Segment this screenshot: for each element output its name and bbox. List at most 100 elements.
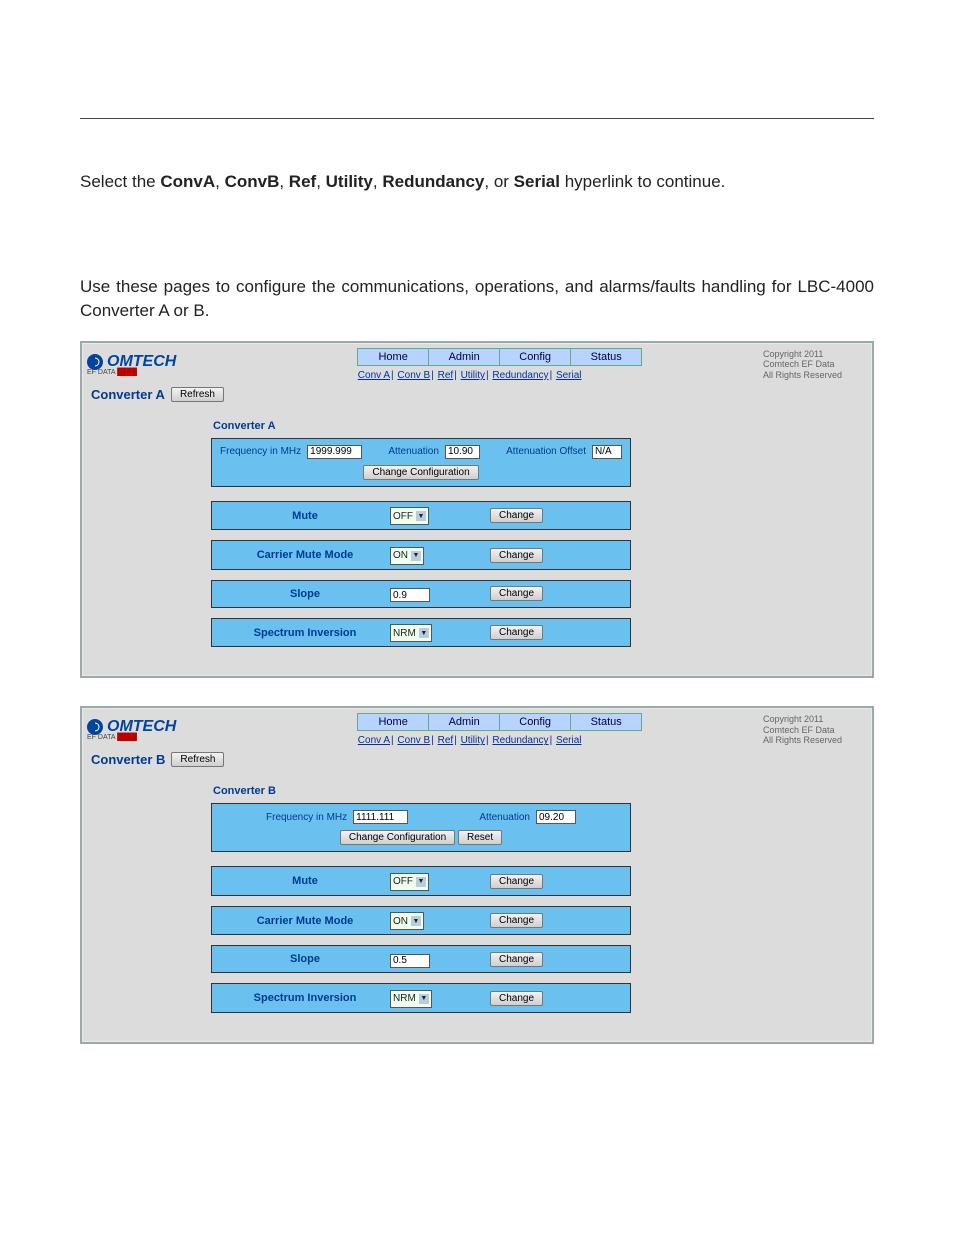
carrier-mute-select[interactable]: ON ▼ — [390, 912, 424, 930]
mute-select[interactable]: OFF ▼ — [390, 873, 429, 891]
label-frequency: Frequency in MHz — [266, 812, 347, 823]
text: Copyright 2011 — [763, 349, 863, 359]
sep: | — [550, 370, 553, 381]
sep: , — [316, 172, 325, 191]
text: All Rights Reserved — [763, 370, 863, 380]
tab-admin[interactable]: Admin — [428, 348, 499, 366]
label-mute: Mute — [220, 510, 390, 522]
label-attenuation: Attenuation — [388, 446, 439, 457]
change-configuration-button[interactable]: Change Configuration — [340, 830, 455, 845]
tab-status[interactable]: Status — [570, 348, 642, 366]
subnav-conva[interactable]: Conv A — [358, 370, 390, 381]
tab-status[interactable]: Status — [570, 713, 642, 731]
subnav-conva[interactable]: Conv A — [358, 735, 390, 746]
text: EF DATA — [87, 369, 117, 376]
reset-button[interactable]: Reset — [458, 830, 502, 845]
change-button[interactable]: Change — [490, 508, 543, 523]
label-slope: Slope — [220, 953, 390, 965]
label-spectrum-inversion: Spectrum Inversion — [220, 992, 390, 1004]
copyright-text: Copyright 2011 Comtech EF Data All Right… — [763, 349, 867, 380]
subnav-redundancy[interactable]: Redundancy — [492, 735, 548, 746]
attenuation-input[interactable] — [536, 810, 576, 824]
sep: , — [215, 172, 224, 191]
label-attenuation-offset: Attenuation Offset — [506, 447, 586, 457]
slope-panel: Slope Change — [211, 945, 631, 973]
slope-input[interactable] — [390, 588, 430, 602]
tab-config[interactable]: Config — [499, 348, 570, 366]
text: Copyright 2011 — [763, 714, 863, 724]
chevron-down-icon: ▼ — [416, 877, 426, 887]
text: Select the — [80, 172, 160, 191]
change-button[interactable]: Change — [490, 991, 543, 1006]
logo-accent: ████ — [117, 734, 137, 741]
change-button[interactable]: Change — [490, 952, 543, 967]
select-value: OFF — [393, 876, 413, 887]
section-title: Converter A — [91, 387, 165, 402]
select-value: ON — [393, 550, 408, 561]
link-convB: ConvB — [225, 172, 280, 191]
select-value: OFF — [393, 511, 413, 522]
link-ref: Ref — [289, 172, 316, 191]
subnav-convb[interactable]: Conv B — [397, 370, 430, 381]
carrier-mute-select[interactable]: ON ▼ — [390, 547, 424, 565]
spectrum-inversion-panel: Spectrum Inversion NRM ▼ Change — [211, 618, 631, 648]
subnav-ref[interactable]: Ref — [438, 370, 454, 381]
change-button[interactable]: Change — [490, 874, 543, 889]
doc-description-paragraph: Use these pages to configure the communi… — [80, 275, 874, 324]
text: hyperlink to continue. — [565, 172, 726, 191]
subnav-serial[interactable]: Serial — [556, 370, 582, 381]
label-slope: Slope — [220, 588, 390, 600]
tab-config[interactable]: Config — [499, 713, 570, 731]
change-button[interactable]: Change — [490, 586, 543, 601]
sep: | — [454, 370, 457, 381]
sep: | — [391, 735, 394, 746]
attenuation-offset-input[interactable] — [592, 445, 622, 459]
config-panel: Frequency in MHz Attenuation Change Conf… — [211, 803, 631, 852]
label-carrier-mute: Carrier Mute Mode — [220, 549, 390, 561]
refresh-button[interactable]: Refresh — [171, 387, 224, 402]
spectrum-inversion-panel: Spectrum Inversion NRM ▼ Change — [211, 983, 631, 1013]
subnav-redundancy[interactable]: Redundancy — [492, 370, 548, 381]
tab-home[interactable]: Home — [357, 713, 428, 731]
subnav-serial[interactable]: Serial — [556, 735, 582, 746]
subnav-utility[interactable]: Utility — [461, 735, 485, 746]
change-button[interactable]: Change — [490, 625, 543, 640]
slope-panel: Slope Change — [211, 580, 631, 608]
sep: | — [431, 735, 434, 746]
chevron-down-icon: ▼ — [411, 916, 421, 926]
doc-intro-paragraph: Select the ConvA, ConvB, Ref, Utility, R… — [80, 170, 874, 195]
frequency-input[interactable] — [307, 445, 362, 459]
sep: | — [486, 735, 489, 746]
change-configuration-button[interactable]: Change Configuration — [363, 465, 478, 480]
panel-title: Converter B — [211, 783, 631, 803]
sep: | — [391, 370, 394, 381]
sep: | — [486, 370, 489, 381]
change-button[interactable]: Change — [490, 548, 543, 563]
attenuation-input[interactable] — [445, 445, 480, 459]
tab-admin[interactable]: Admin — [428, 713, 499, 731]
slope-input[interactable] — [390, 954, 430, 968]
chevron-down-icon: ▼ — [416, 511, 426, 521]
sep: | — [454, 735, 457, 746]
chevron-down-icon: ▼ — [419, 628, 429, 638]
mute-select[interactable]: OFF ▼ — [390, 507, 429, 525]
refresh-button[interactable]: Refresh — [171, 752, 224, 767]
link-serial: Serial — [514, 172, 560, 191]
link-convA: ConvA — [160, 172, 215, 191]
frequency-input[interactable] — [353, 810, 408, 824]
logo-accent: ████ — [117, 369, 137, 376]
text: Comtech EF Data — [763, 359, 863, 369]
sep: | — [550, 735, 553, 746]
chevron-down-icon: ▼ — [419, 994, 429, 1004]
spectrum-inversion-select[interactable]: NRM ▼ — [390, 624, 432, 642]
sub-nav: Conv A| Conv B| Ref| Utility| Redundancy… — [357, 370, 583, 381]
label-attenuation: Attenuation — [479, 812, 530, 823]
subnav-convb[interactable]: Conv B — [397, 735, 430, 746]
config-panel: Frequency in MHz Attenuation Attenuation… — [211, 438, 631, 487]
spectrum-inversion-select[interactable]: NRM ▼ — [390, 990, 432, 1008]
sep: , — [279, 172, 288, 191]
subnav-utility[interactable]: Utility — [461, 370, 485, 381]
change-button[interactable]: Change — [490, 913, 543, 928]
subnav-ref[interactable]: Ref — [438, 735, 454, 746]
tab-home[interactable]: Home — [357, 348, 428, 366]
